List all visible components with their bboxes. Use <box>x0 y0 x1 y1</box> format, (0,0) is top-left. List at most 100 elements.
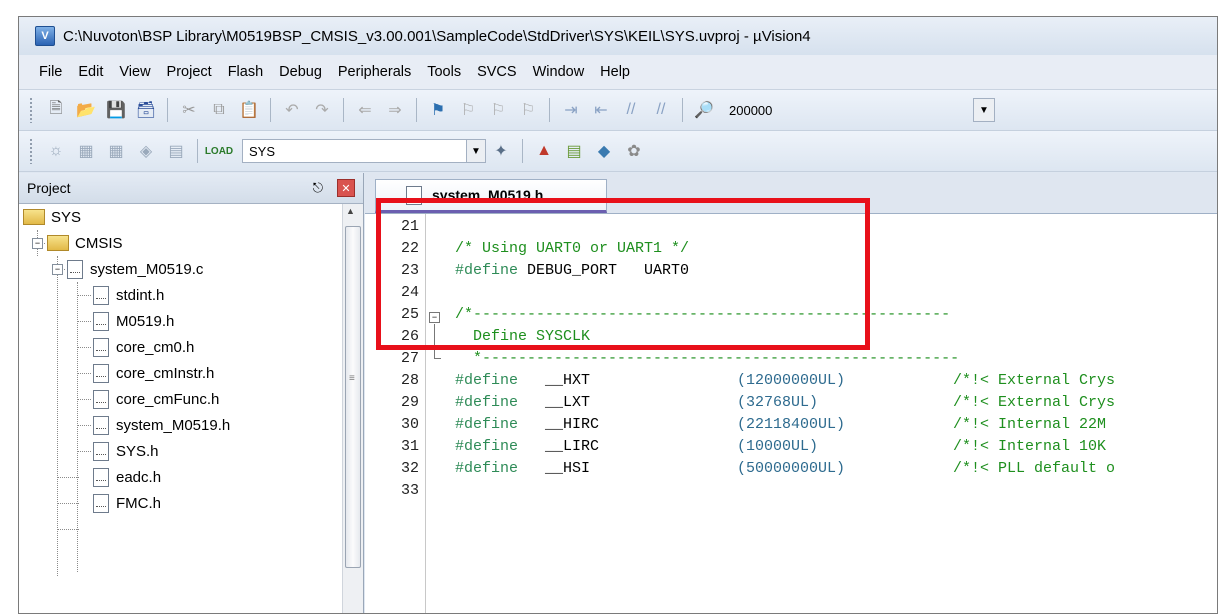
comment-icon[interactable]: // <box>619 98 643 122</box>
menu-view[interactable]: View <box>119 64 150 80</box>
navigate-back-icon[interactable]: ⇐ <box>353 98 377 122</box>
tree-item-header[interactable]: FMC.h <box>93 490 161 516</box>
menu-help[interactable]: Help <box>600 64 630 80</box>
copy-icon[interactable]: ⧉ <box>207 98 231 122</box>
code-line-define: #define __LXT <box>455 394 590 411</box>
code-value: (22118400UL) <box>737 416 846 433</box>
manage-rte-icon[interactable]: ◆ <box>592 139 616 163</box>
code-keyword: #define <box>455 394 519 411</box>
tree-item-system-m0519-c[interactable]: − system_M0519.c <box>52 256 203 282</box>
toolbar-grip[interactable] <box>29 97 33 123</box>
toolbar-separator <box>416 98 417 122</box>
code-macro-name: __LXT <box>518 394 591 411</box>
project-panel-header: Project ⎋ ✕ <box>19 173 363 204</box>
save-all-icon[interactable]: 🗃 <box>134 98 158 122</box>
scroll-up-icon[interactable]: ▲ <box>346 206 355 216</box>
pack-installer-icon[interactable]: ✿ <box>622 139 646 163</box>
tree-item-label: FMC.h <box>116 494 161 512</box>
select-packs-icon[interactable]: ▤ <box>562 139 586 163</box>
translate-icon[interactable]: ☼ <box>44 139 68 163</box>
project-tree-scrollbar[interactable]: ▲ ≡ <box>342 204 363 613</box>
scrollbar-grip-icon: ≡ <box>349 373 355 384</box>
uncomment-icon[interactable]: // <box>649 98 673 122</box>
bookmark-icon[interactable]: ⚑ <box>426 98 450 122</box>
save-icon[interactable]: 💾 <box>104 98 128 122</box>
menu-edit[interactable]: Edit <box>78 64 103 80</box>
menu-tools[interactable]: Tools <box>427 64 461 80</box>
header-file-icon <box>93 467 109 487</box>
uvision-app-icon[interactable]: V <box>35 26 55 46</box>
code-line-define: #define __HXT <box>455 372 590 389</box>
clear-bookmarks-icon[interactable]: ⚐ <box>516 98 540 122</box>
open-folder-icon[interactable]: 📂 <box>74 98 98 122</box>
unindent-icon[interactable]: ⇤ <box>589 98 613 122</box>
tree-item-header[interactable]: core_cmInstr.h <box>93 360 214 386</box>
header-file-icon <box>93 311 109 331</box>
menu-svcs[interactable]: SVCS <box>477 64 517 80</box>
find-in-files-icon[interactable]: 🔎 <box>692 98 716 122</box>
chevron-down-icon: ▼ <box>466 140 485 162</box>
prev-bookmark-icon[interactable]: ⚐ <box>456 98 480 122</box>
redo-icon[interactable]: ↷ <box>310 98 334 122</box>
code-comment: *---------------------------------------… <box>455 350 960 367</box>
project-panel-title: Project <box>27 180 71 196</box>
tree-item-label: system_M0519.c <box>90 260 204 278</box>
toolbar-separator <box>270 98 271 122</box>
tree-item-header[interactable]: system_M0519.h <box>93 412 230 438</box>
menu-bar: File Edit View Project Flash Debug Perip… <box>19 55 1217 90</box>
indent-icon[interactable]: ⇥ <box>559 98 583 122</box>
menu-file[interactable]: File <box>39 64 62 80</box>
close-icon[interactable]: ✕ <box>337 179 355 197</box>
cut-icon[interactable]: ✂ <box>177 98 201 122</box>
menu-window[interactable]: Window <box>533 64 585 80</box>
build-icon[interactable]: ▦ <box>74 139 98 163</box>
rebuild-icon[interactable]: ▦ <box>104 139 128 163</box>
code-keyword: #define <box>455 372 519 389</box>
toolbar-separator <box>522 139 523 163</box>
file-toolbar: 🗎 📂 💾 🗃 ✂ ⧉ 📋 ↶ ↷ ⇐ ⇒ ⚑ ⚐ ⚐ ⚐ ⇥ ⇤ // // … <box>19 90 1217 131</box>
collapse-icon[interactable]: − <box>32 237 43 249</box>
address-combo[interactable]: 200000 <box>723 98 973 122</box>
tree-item-sys[interactable]: SYS <box>23 204 81 230</box>
menu-peripherals[interactable]: Peripherals <box>338 64 411 80</box>
tree-item-cmsis[interactable]: − CMSIS <box>32 230 123 256</box>
pin-icon[interactable]: ⎋ <box>313 180 323 196</box>
tree-item-label: core_cmFunc.h <box>116 390 220 408</box>
tree-item-label: system_M0519.h <box>116 416 231 434</box>
header-file-icon <box>93 493 109 513</box>
scrollbar-thumb[interactable]: ≡ <box>345 226 361 568</box>
toolbar-grip[interactable] <box>29 138 33 164</box>
next-bookmark-icon[interactable]: ⚐ <box>486 98 510 122</box>
line-number: 27 <box>400 350 419 367</box>
tree-item-header[interactable]: SYS.h <box>93 438 159 464</box>
code-line-define: #define __HIRC <box>455 416 599 433</box>
tree-item-header[interactable]: M0519.h <box>93 308 174 334</box>
menu-flash[interactable]: Flash <box>228 64 263 80</box>
undo-icon[interactable]: ↶ <box>280 98 304 122</box>
target-select[interactable]: SYS ▼ <box>242 139 486 163</box>
manage-components-icon[interactable]: ▲ <box>532 139 556 163</box>
paste-icon[interactable]: 📋 <box>237 98 261 122</box>
address-value: 200000 <box>729 102 773 118</box>
address-dropdown-button[interactable]: ▼ <box>973 98 995 122</box>
tree-item-header[interactable]: core_cm0.h <box>93 334 194 360</box>
batch-build-icon[interactable]: ◈ <box>134 139 158 163</box>
tree-item-label: SYS <box>51 208 82 226</box>
header-file-icon <box>93 337 109 357</box>
target-options-icon[interactable]: ✦ <box>489 139 513 163</box>
collapse-icon[interactable]: − <box>52 263 63 275</box>
tree-item-header[interactable]: eadc.h <box>93 464 161 490</box>
tree-item-label: SYS.h <box>116 442 159 460</box>
navigate-forward-icon[interactable]: ⇒ <box>383 98 407 122</box>
new-file-icon[interactable]: 🗎 <box>44 98 68 122</box>
menu-project[interactable]: Project <box>167 64 212 80</box>
load-download-icon[interactable]: LOAD <box>205 139 233 163</box>
header-file-icon <box>93 363 109 383</box>
menu-debug[interactable]: Debug <box>279 64 322 80</box>
stop-build-icon[interactable]: ▤ <box>164 139 188 163</box>
code-macro-name: __HIRC <box>518 416 600 433</box>
project-panel: Project ⎋ ✕ SYS − CMSIS − system_M0519.c… <box>19 173 364 613</box>
tree-item-header[interactable]: stdint.h <box>93 282 164 308</box>
tree-item-label: core_cmInstr.h <box>116 364 215 382</box>
tree-item-header[interactable]: core_cmFunc.h <box>93 386 219 412</box>
